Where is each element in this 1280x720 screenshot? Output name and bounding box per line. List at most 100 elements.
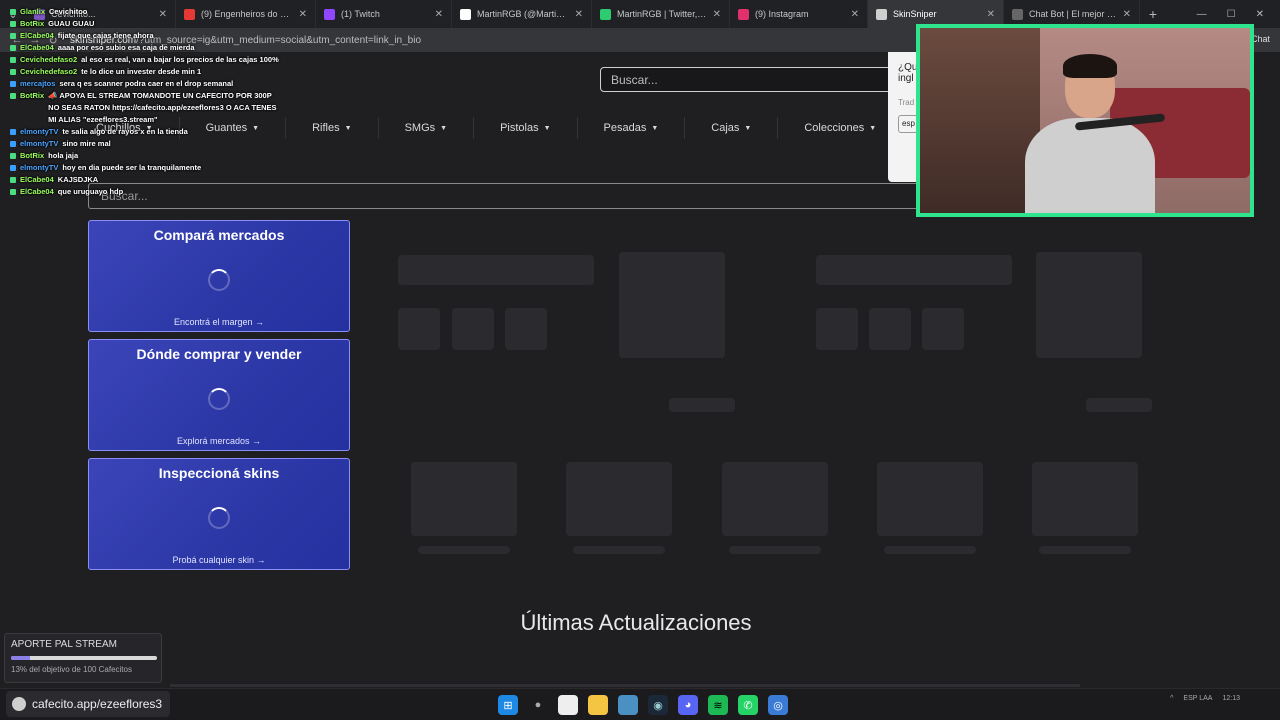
skeleton-line [884,546,976,554]
tab-close-icon[interactable]: ✕ [435,9,443,20]
feature-link[interactable]: Encontrá el margen → [174,317,264,327]
window-controls: — ☐ ✕ [1197,9,1280,20]
system-tray: ^ ESP LAA 12:13 [1170,695,1240,702]
chevron-down-icon: ▼ [869,124,877,132]
feature-title: Dónde comprar y vender [136,346,302,362]
tab-close-icon[interactable]: ✕ [987,9,995,20]
skeleton-card [722,462,828,536]
chat-badge-icon [10,129,16,135]
chat-message: BotRix hola jaja [10,150,280,162]
nav-item-pesadas[interactable]: Pesadas ▼ [578,117,686,139]
app-icon[interactable]: ◎ [768,695,788,715]
tab-close-icon[interactable]: ✕ [1123,9,1131,20]
loading-spinner-icon [208,507,230,529]
chat-badge-icon [10,57,16,63]
tab-favicon-icon [738,8,749,20]
chat-text: sera q es scanner podra caer en el drop … [59,79,234,88]
donation-progress-fill [11,656,30,660]
chat-username: Cevichedefaso2 [20,55,78,64]
close-window-icon[interactable]: ✕ [1256,9,1264,20]
chat-message: ElCabe04 que uruguayo hdp [10,186,280,198]
tab-title: SkinSniper [893,9,937,19]
tab-close-icon[interactable]: ✕ [851,9,859,20]
tab-close-icon[interactable]: ✕ [299,9,307,20]
chevron-down-icon: ▼ [543,124,551,132]
tray-language[interactable]: ESP LAA [1183,695,1212,702]
feature-title: Compará mercados [153,227,285,243]
maximize-icon[interactable]: ☐ [1227,9,1236,20]
skeleton-line [729,546,821,554]
nav-item-colecciones[interactable]: Colecciones ▼ [778,117,902,139]
nav-item-smgs[interactable]: SMGs ▼ [379,117,475,139]
tab-title: (9) Instagram [755,9,809,19]
chat-badge-icon [10,81,16,87]
windows-start-icon[interactable]: ⊞ [498,695,518,715]
search-input-top[interactable]: Buscar... [600,67,900,92]
search-icon[interactable]: ● [528,695,548,715]
chat-badge-icon [10,45,16,51]
donation-caption: 13% del objetivo de 100 Cafecitos [11,665,132,674]
nav-item-cajas[interactable]: Cajas ▼ [685,117,779,139]
donation-title: APORTE PAL STREAM [11,639,117,650]
file-manager-icon[interactable] [558,695,578,715]
feature-card-compare[interactable]: Compará mercados Encontrá el margen → [88,220,350,332]
loading-spinner-icon [208,269,230,291]
steam-icon[interactable]: ◉ [648,695,668,715]
browser-tab[interactable]: MartinRGB (@Martin_RGB) / ✕ [452,0,592,28]
tab-favicon-icon [460,8,471,20]
folder-icon[interactable] [588,695,608,715]
chat-username: elmontyTV [20,163,59,172]
feature-title: Inspeccioná skins [158,465,280,481]
spotify-icon[interactable]: ≋ [708,695,728,715]
discord-icon[interactable]: ◕ [678,695,698,715]
cafecito-overlay: cafecito.app/ezeeflores3 [6,691,170,717]
chat-message: BotRix 📣 APOYA EL STREAM TOMANDOTE UN CAF… [10,90,280,126]
skeleton-card [1032,462,1138,536]
donation-progress-bar [11,656,157,660]
tab-favicon-icon [324,8,335,20]
feature-card-markets[interactable]: Dónde comprar y vender Explorá mercados … [88,339,350,451]
tab-title: Chat Bot | El mejor software [1029,9,1117,19]
tab-close-icon[interactable]: ✕ [713,9,721,20]
chevron-down-icon: ▼ [744,124,752,132]
minimize-icon[interactable]: — [1197,9,1207,20]
chat-badge-icon [10,33,16,39]
skeleton-line [418,546,510,554]
tab-title: MartinRGB | Twitter, Instagra [617,9,707,19]
webcam-overlay [916,24,1254,217]
browser-tab[interactable]: (9) Instagram ✕ [730,0,868,28]
feature-link[interactable]: Explorá mercados → [177,436,261,446]
chat-message: Cevichedefaso2 al eso es real, van a baja… [10,54,280,66]
chat-message: elmontyTV sino mire mal [10,138,280,150]
skeleton-card [566,462,672,536]
loading-spinner-icon [208,388,230,410]
nav-item-pistolas[interactable]: Pistolas ▼ [474,117,578,139]
feature-card-inspect[interactable]: Inspeccioná skins Probá cualquier skin → [88,458,350,570]
skeleton-card [877,462,983,536]
chat-username: ElCabe04 [20,43,54,52]
browser-tab[interactable]: (1) Twitch ✕ [316,0,452,28]
chat-username: ElCabe04 [20,31,54,40]
nav-item-rifles[interactable]: Rifles ▼ [286,117,379,139]
whatsapp-icon[interactable]: ✆ [738,695,758,715]
chevron-down-icon: ▼ [651,124,659,132]
feature-link[interactable]: Probá cualquier skin → [172,555,265,565]
tab-close-icon[interactable]: ✕ [575,9,583,20]
chat-message: ElCabe04 fijate que cajas tiene ahora [10,30,280,42]
tray-chevron-icon[interactable]: ^ [1170,695,1173,702]
tray-clock[interactable]: 12:13 [1222,695,1240,702]
new-tab-button[interactable]: + [1140,6,1166,22]
chat-text: 📣 APOYA EL STREAM TOMANDOTE UN CAFECITO … [48,91,277,124]
chrome-icon[interactable] [618,695,638,715]
tab-favicon-icon [600,8,611,20]
chat-text: Cevichitoo [49,7,88,16]
divider [170,684,1080,687]
chat-text: te salia algo de rayos x en la tienda [62,127,188,136]
webcam-shelf [920,28,1040,213]
webcam-streamer [1025,54,1166,213]
nav-item-label: Pesadas [603,122,647,134]
tab-favicon-icon [876,8,887,20]
chat-username: BotRix [20,151,45,160]
chevron-down-icon: ▼ [344,124,352,132]
browser-tab[interactable]: MartinRGB | Twitter, Instagra ✕ [592,0,730,28]
